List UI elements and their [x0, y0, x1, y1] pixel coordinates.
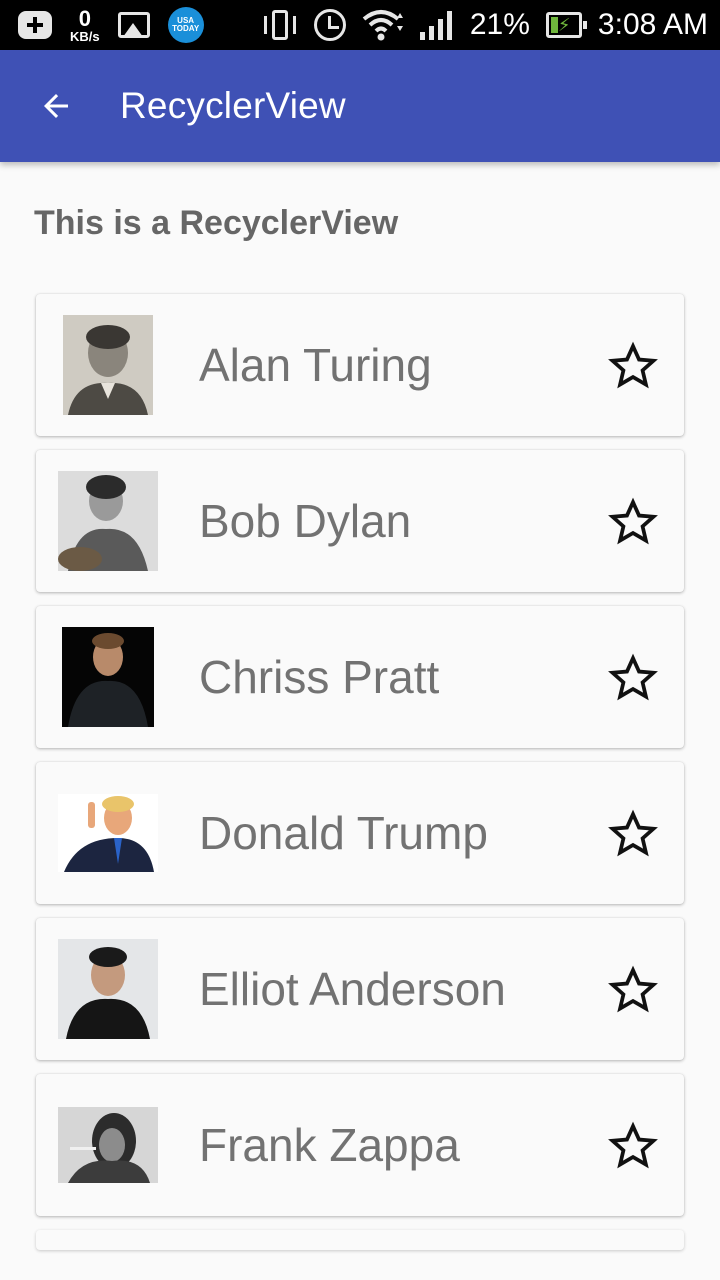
star-outline-icon[interactable] — [608, 653, 658, 703]
list-item-name: Elliot Anderson — [199, 963, 506, 1015]
list-item-name: Alan Turing — [199, 339, 432, 391]
avatar — [58, 627, 158, 727]
avatar — [58, 471, 158, 571]
star-outline-icon[interactable] — [608, 1121, 658, 1171]
list-item[interactable]: Donald Trump — [36, 762, 684, 904]
star-outline-icon[interactable] — [608, 965, 658, 1015]
recycler-list[interactable]: Alan Turing Bob Dylan Chriss Pratt Donal… — [36, 294, 684, 1264]
network-speed-value: 0 — [78, 5, 91, 31]
network-speed-unit: KB/s — [70, 28, 100, 44]
list-item[interactable]: Bob Dylan — [36, 450, 684, 592]
avatar — [58, 939, 158, 1039]
network-speed: 0 KB/s — [70, 5, 100, 44]
avatar — [58, 1095, 158, 1195]
list-item-partial[interactable] — [36, 1230, 684, 1250]
list-item[interactable]: Alan Turing — [36, 294, 684, 436]
battery-percent: 21% — [469, 8, 530, 41]
avatar — [58, 783, 158, 883]
list-item-name: Donald Trump — [199, 807, 488, 859]
app-bar: RecyclerView — [0, 50, 720, 162]
gallery-icon — [117, 12, 150, 38]
star-outline-icon[interactable] — [608, 809, 658, 859]
main-content: This is a RecyclerView Alan Turing Bob D… — [0, 162, 720, 1280]
list-item-name: Bob Dylan — [199, 495, 412, 547]
list-item-name: Frank Zappa — [199, 1119, 460, 1171]
usa-today-icon: USA TODAY — [167, 7, 204, 43]
page-heading: This is a RecyclerView — [34, 204, 399, 242]
signal-icon — [419, 10, 454, 40]
arrow-back-icon — [44, 94, 68, 118]
app-bar-title: RecyclerView — [120, 85, 346, 126]
vibrate-icon — [262, 10, 298, 40]
star-outline-icon[interactable] — [608, 341, 658, 391]
add-notification-icon — [18, 11, 52, 39]
status-bar: 0 KB/s USA TODAY 21% ⚡ 3:08 AM — [0, 0, 720, 50]
list-item-name: Chriss Pratt — [199, 651, 440, 703]
star-outline-icon[interactable] — [608, 497, 658, 547]
list-item[interactable]: Chriss Pratt — [36, 606, 684, 748]
alarm-icon — [313, 9, 346, 41]
avatar — [58, 315, 158, 415]
battery-charging-icon: ⚡ — [545, 12, 587, 38]
back-button[interactable] — [0, 50, 112, 162]
wifi-icon — [362, 9, 404, 41]
usa-today-text-2: TODAY — [172, 24, 200, 33]
clock: 3:08 AM — [597, 8, 708, 41]
list-item[interactable]: Elliot Anderson — [36, 918, 684, 1060]
list-item[interactable]: Frank Zappa — [36, 1074, 684, 1216]
